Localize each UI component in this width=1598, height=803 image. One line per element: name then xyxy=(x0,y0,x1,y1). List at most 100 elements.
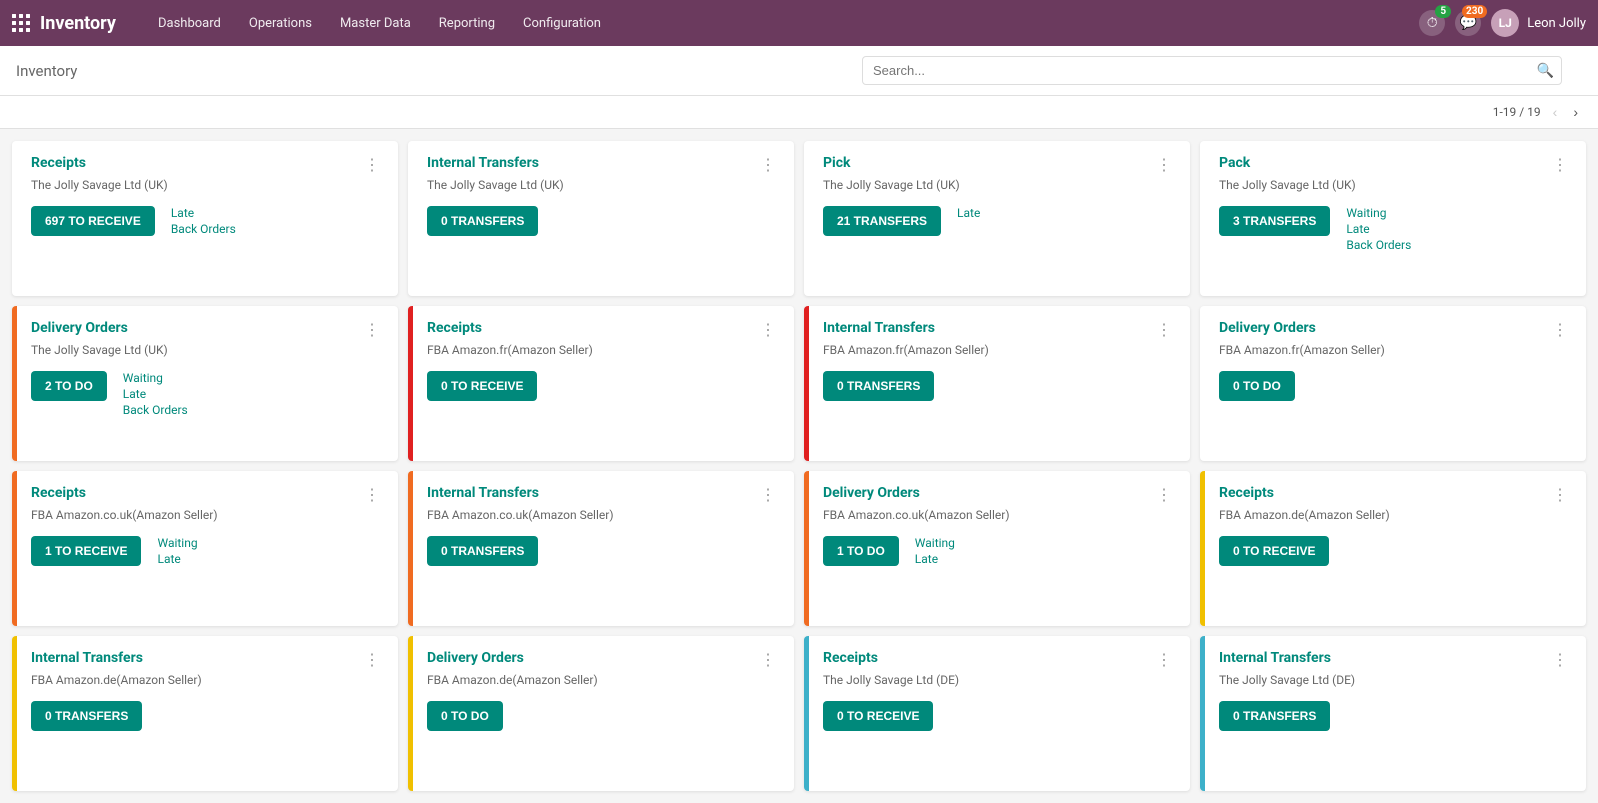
card-action-button[interactable]: 21 TRANSFERS xyxy=(823,206,941,236)
card-action-button[interactable]: 0 TRANSFERS xyxy=(31,701,142,731)
card-menu-icon[interactable]: ⋮ xyxy=(360,155,384,174)
card-link[interactable]: Waiting xyxy=(123,371,188,385)
card-menu-icon[interactable]: ⋮ xyxy=(756,485,780,504)
card: Delivery Orders ⋮ FBA Amazon.co.uk(Amazo… xyxy=(804,471,1190,626)
card-subtitle: The Jolly Savage Ltd (DE) xyxy=(1219,673,1572,687)
card-link[interactable]: Back Orders xyxy=(171,222,236,236)
card-menu-icon[interactable]: ⋮ xyxy=(756,155,780,174)
card-body: 3 TRANSFERS Waiting Late Back Orders xyxy=(1219,206,1572,252)
card-menu-icon[interactable]: ⋮ xyxy=(1548,320,1572,339)
page-title: Inventory xyxy=(16,62,77,80)
card-header: Receipts ⋮ xyxy=(1219,485,1572,504)
card-action-button[interactable]: 0 TRANSFERS xyxy=(427,206,538,236)
card-title: Receipts xyxy=(1219,485,1274,501)
card-subtitle: FBA Amazon.co.uk(Amazon Seller) xyxy=(31,508,384,522)
card-action-button[interactable]: 3 TRANSFERS xyxy=(1219,206,1330,236)
messages-badge[interactable]: 💬 230 xyxy=(1455,10,1481,36)
user-menu[interactable]: LJ Leon Jolly xyxy=(1491,9,1586,37)
nav-item-operations[interactable]: Operations xyxy=(237,10,324,37)
card-menu-icon[interactable]: ⋮ xyxy=(1152,155,1176,174)
pagination-label: 1-19 / 19 xyxy=(1493,105,1541,119)
top-navigation: Inventory Dashboard Operations Master Da… xyxy=(0,0,1598,46)
card-link[interactable]: Late xyxy=(915,552,955,566)
activity-badge[interactable]: ⏱ 5 xyxy=(1419,10,1445,36)
card-action-button[interactable]: 0 TO RECEIVE xyxy=(823,701,933,731)
card-links: Late xyxy=(957,206,980,220)
card-body: 2 TO DO Waiting Late Back Orders xyxy=(31,371,384,417)
card-action-button[interactable]: 0 TO RECEIVE xyxy=(1219,536,1329,566)
app-title[interactable]: Inventory xyxy=(40,13,116,34)
card-link[interactable]: Late xyxy=(1346,222,1411,236)
card-action-button[interactable]: 0 TO DO xyxy=(427,701,503,731)
card: Receipts ⋮ FBA Amazon.co.uk(Amazon Selle… xyxy=(12,471,398,626)
card: Internal Transfers ⋮ The Jolly Savage Lt… xyxy=(408,141,794,296)
card: Internal Transfers ⋮ FBA Amazon.fr(Amazo… xyxy=(804,306,1190,461)
search-input[interactable] xyxy=(862,56,1562,85)
card-title: Delivery Orders xyxy=(1219,320,1316,336)
pagination-prev[interactable]: ‹ xyxy=(1549,102,1562,122)
nav-item-dashboard[interactable]: Dashboard xyxy=(146,10,233,37)
card-header: Delivery Orders ⋮ xyxy=(427,650,780,669)
card-link[interactable]: Late xyxy=(171,206,236,220)
card-links: Waiting Late xyxy=(915,536,955,566)
card-header: Delivery Orders ⋮ xyxy=(31,320,384,339)
card-menu-icon[interactable]: ⋮ xyxy=(1548,650,1572,669)
nav-item-masterdata[interactable]: Master Data xyxy=(328,10,423,37)
card-action-button[interactable]: 2 TO DO xyxy=(31,371,107,401)
card-body: 0 TO DO xyxy=(1219,371,1572,401)
search-icon[interactable]: 🔍 xyxy=(1537,63,1554,79)
card-title: Receipts xyxy=(31,485,86,501)
card-header: Internal Transfers ⋮ xyxy=(427,485,780,504)
card-header: Pack ⋮ xyxy=(1219,155,1572,174)
card-link[interactable]: Late xyxy=(157,552,197,566)
cards-grid: Receipts ⋮ The Jolly Savage Ltd (UK) 697… xyxy=(0,129,1598,803)
card-header: Receipts ⋮ xyxy=(823,650,1176,669)
card-menu-icon[interactable]: ⋮ xyxy=(756,650,780,669)
card: Internal Transfers ⋮ The Jolly Savage Lt… xyxy=(1200,636,1586,791)
nav-item-reporting[interactable]: Reporting xyxy=(427,10,507,37)
card: Pick ⋮ The Jolly Savage Ltd (UK) 21 TRAN… xyxy=(804,141,1190,296)
card-menu-icon[interactable]: ⋮ xyxy=(756,320,780,339)
card-body: 0 TO RECEIVE xyxy=(427,371,780,401)
card-action-button[interactable]: 0 TO RECEIVE xyxy=(427,371,537,401)
card-link[interactable]: Late xyxy=(123,387,188,401)
card-action-button[interactable]: 0 TO DO xyxy=(1219,371,1295,401)
card-menu-icon[interactable]: ⋮ xyxy=(1548,485,1572,504)
card: Pack ⋮ The Jolly Savage Ltd (UK) 3 TRANS… xyxy=(1200,141,1586,296)
card-action-button[interactable]: 1 TO RECEIVE xyxy=(31,536,141,566)
card-action-button[interactable]: 0 TRANSFERS xyxy=(823,371,934,401)
card-links: Late Back Orders xyxy=(171,206,236,236)
card-link[interactable]: Waiting xyxy=(915,536,955,550)
card-header: Receipts ⋮ xyxy=(427,320,780,339)
card-header: Delivery Orders ⋮ xyxy=(1219,320,1572,339)
card-menu-icon[interactable]: ⋮ xyxy=(1152,320,1176,339)
card-link[interactable]: Late xyxy=(957,206,980,220)
card-action-button[interactable]: 1 TO DO xyxy=(823,536,899,566)
card-body: 1 TO RECEIVE Waiting Late xyxy=(31,536,384,566)
card-subtitle: FBA Amazon.co.uk(Amazon Seller) xyxy=(823,508,1176,522)
card-links: Waiting Late Back Orders xyxy=(123,371,188,417)
card-menu-icon[interactable]: ⋮ xyxy=(360,485,384,504)
card-title: Delivery Orders xyxy=(427,650,524,666)
card-menu-icon[interactable]: ⋮ xyxy=(360,320,384,339)
card-menu-icon[interactable]: ⋮ xyxy=(1152,650,1176,669)
card-subtitle: FBA Amazon.fr(Amazon Seller) xyxy=(427,343,780,357)
card: Receipts ⋮ The Jolly Savage Ltd (UK) 697… xyxy=(12,141,398,296)
card-link[interactable]: Back Orders xyxy=(1346,238,1411,252)
card-action-button[interactable]: 0 TRANSFERS xyxy=(1219,701,1330,731)
card-link[interactable]: Waiting xyxy=(1346,206,1411,220)
card-body: 21 TRANSFERS Late xyxy=(823,206,1176,236)
nav-item-configuration[interactable]: Configuration xyxy=(511,10,613,37)
apps-grid-icon[interactable] xyxy=(12,14,30,32)
card-action-button[interactable]: 697 TO RECEIVE xyxy=(31,206,155,236)
card-menu-icon[interactable]: ⋮ xyxy=(1548,155,1572,174)
card-action-button[interactable]: 0 TRANSFERS xyxy=(427,536,538,566)
card-menu-icon[interactable]: ⋮ xyxy=(1152,485,1176,504)
card-links: Waiting Late xyxy=(157,536,197,566)
pagination-bar: 1-19 / 19 ‹ › xyxy=(0,96,1598,129)
card-link[interactable]: Waiting xyxy=(157,536,197,550)
card-body: 0 TRANSFERS xyxy=(1219,701,1572,731)
card-link[interactable]: Back Orders xyxy=(123,403,188,417)
pagination-next[interactable]: › xyxy=(1569,102,1582,122)
card-menu-icon[interactable]: ⋮ xyxy=(360,650,384,669)
